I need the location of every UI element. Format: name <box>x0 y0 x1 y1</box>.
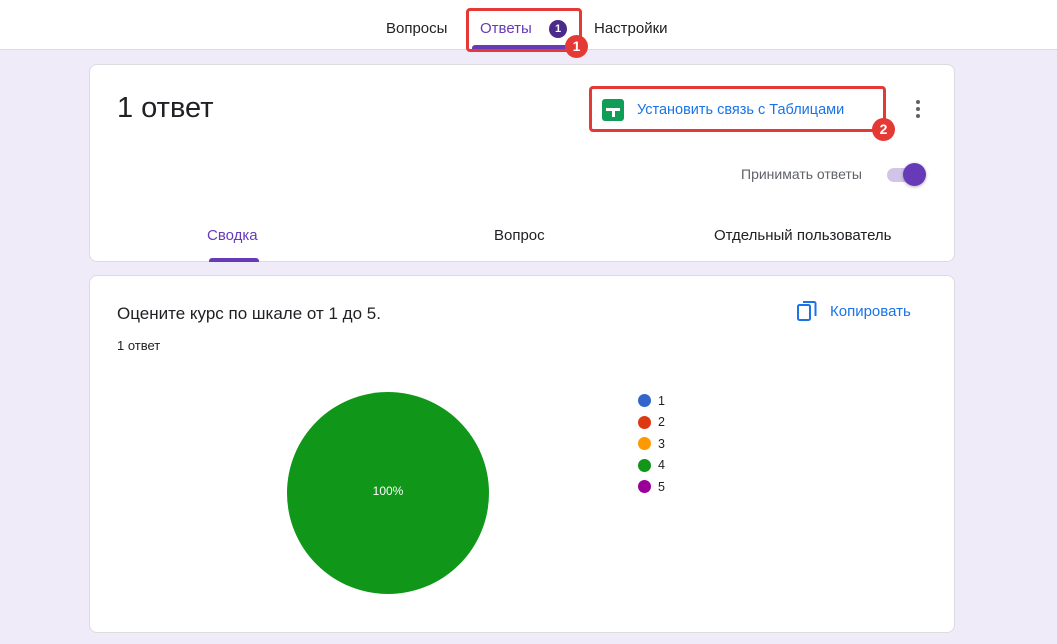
legend-label: 3 <box>658 436 665 451</box>
step-marker-2: 2 <box>872 118 895 141</box>
accept-responses-toggle[interactable] <box>885 163 927 187</box>
legend-swatch <box>638 394 651 408</box>
copy-chart-button[interactable]: Копировать <box>797 298 911 324</box>
legend-item-4[interactable]: 4 <box>638 455 665 477</box>
accept-responses-label: Принимать ответы <box>741 166 862 182</box>
tab-question[interactable]: Вопрос <box>494 227 545 244</box>
legend-swatch <box>638 458 651 472</box>
active-view-tab-indicator <box>209 258 259 262</box>
legend-label: 2 <box>658 415 665 430</box>
tab-questions[interactable]: Вопросы <box>386 20 447 37</box>
tab-settings[interactable]: Настройки <box>594 20 668 37</box>
more-options-icon[interactable] <box>910 98 926 122</box>
copy-chart-label: Копировать <box>830 302 911 320</box>
legend-label: 4 <box>658 458 665 473</box>
step-marker-1: 1 <box>565 35 588 58</box>
chart-legend: 1 2 3 4 5 <box>638 390 665 498</box>
legend-item-5[interactable]: 5 <box>638 476 665 498</box>
legend-swatch <box>638 480 651 494</box>
responses-title: 1 ответ <box>117 92 214 124</box>
pie-slice-label: 100% <box>372 484 404 498</box>
legend-label: 1 <box>658 393 665 408</box>
tab-individual[interactable]: Отдельный пользователь <box>714 227 892 244</box>
legend-swatch <box>638 415 651 429</box>
legend-item-2[interactable]: 2 <box>638 412 665 434</box>
highlight-box-sheets-link <box>589 86 886 132</box>
tab-summary[interactable]: Сводка <box>207 227 258 244</box>
legend-item-3[interactable]: 3 <box>638 433 665 455</box>
question-summary-card: Оцените курс по шкале от 1 до 5. 1 ответ… <box>89 275 955 633</box>
question-response-count: 1 ответ <box>117 338 161 353</box>
legend-label: 5 <box>658 479 665 494</box>
question-title: Оцените курс по шкале от 1 до 5. <box>117 304 381 323</box>
legend-item-1[interactable]: 1 <box>638 390 665 412</box>
legend-swatch <box>638 437 651 451</box>
copy-icon <box>797 301 817 321</box>
